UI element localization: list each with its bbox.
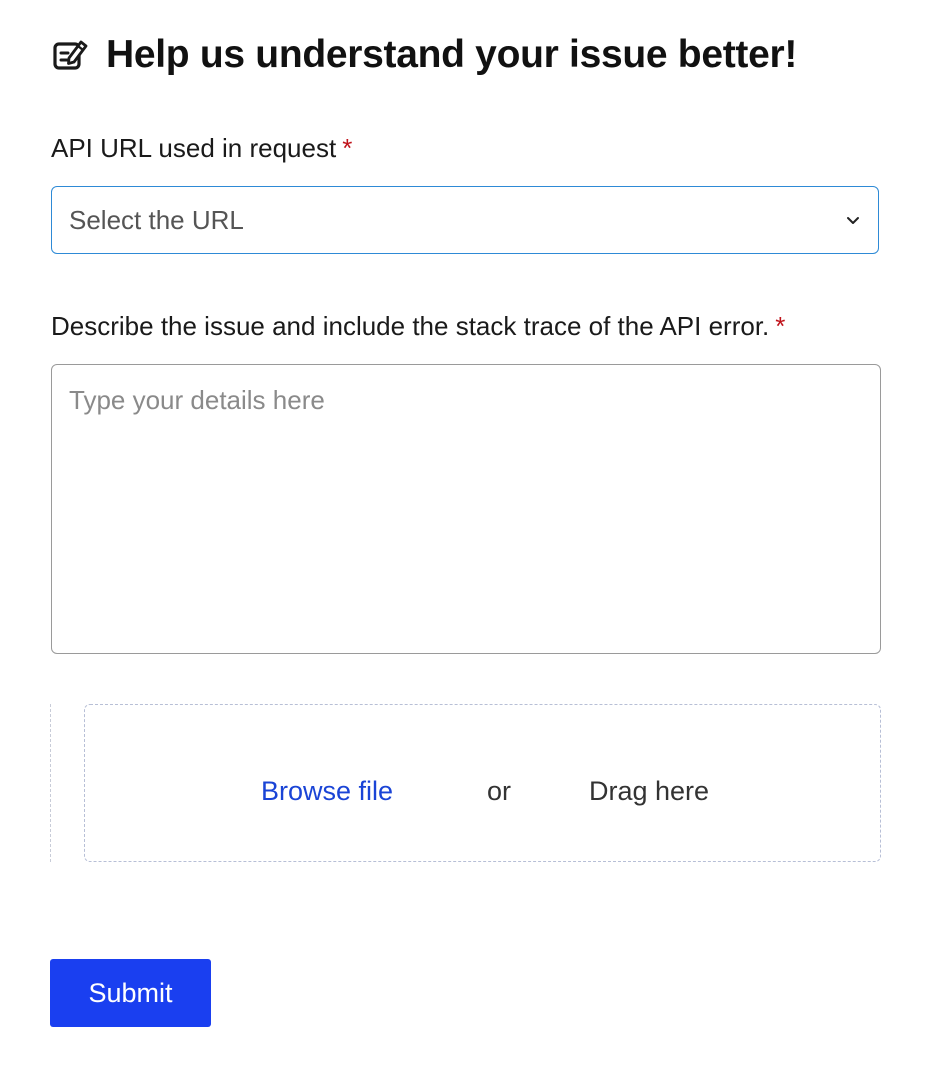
url-select-value: Select the URL (69, 204, 244, 235)
chevron-down-icon (844, 211, 862, 229)
required-asterisk: * (775, 311, 786, 341)
page-title: Help us understand your issue better! (106, 33, 798, 76)
drag-here-text: Drag here (589, 776, 710, 806)
description-textarea[interactable] (51, 364, 881, 654)
dropzone-or-text: or (487, 776, 512, 806)
dropzone-left-divider (50, 704, 51, 862)
required-asterisk: * (342, 133, 353, 163)
file-dropzone[interactable] (84, 704, 881, 862)
form-header: Help us understand your issue better! (52, 28, 797, 82)
description-label-text: Describe the issue and include the stack… (51, 311, 770, 341)
submit-button[interactable]: Submit (50, 959, 211, 1027)
edit-note-icon (52, 36, 90, 74)
url-label-text: API URL used in request (51, 133, 337, 163)
browse-file-link[interactable]: Browse file (261, 773, 393, 809)
url-select[interactable]: Select the URL (51, 186, 879, 254)
url-field-label: API URL used in request * (51, 132, 352, 164)
description-field-label: Describe the issue and include the stack… (51, 310, 785, 342)
